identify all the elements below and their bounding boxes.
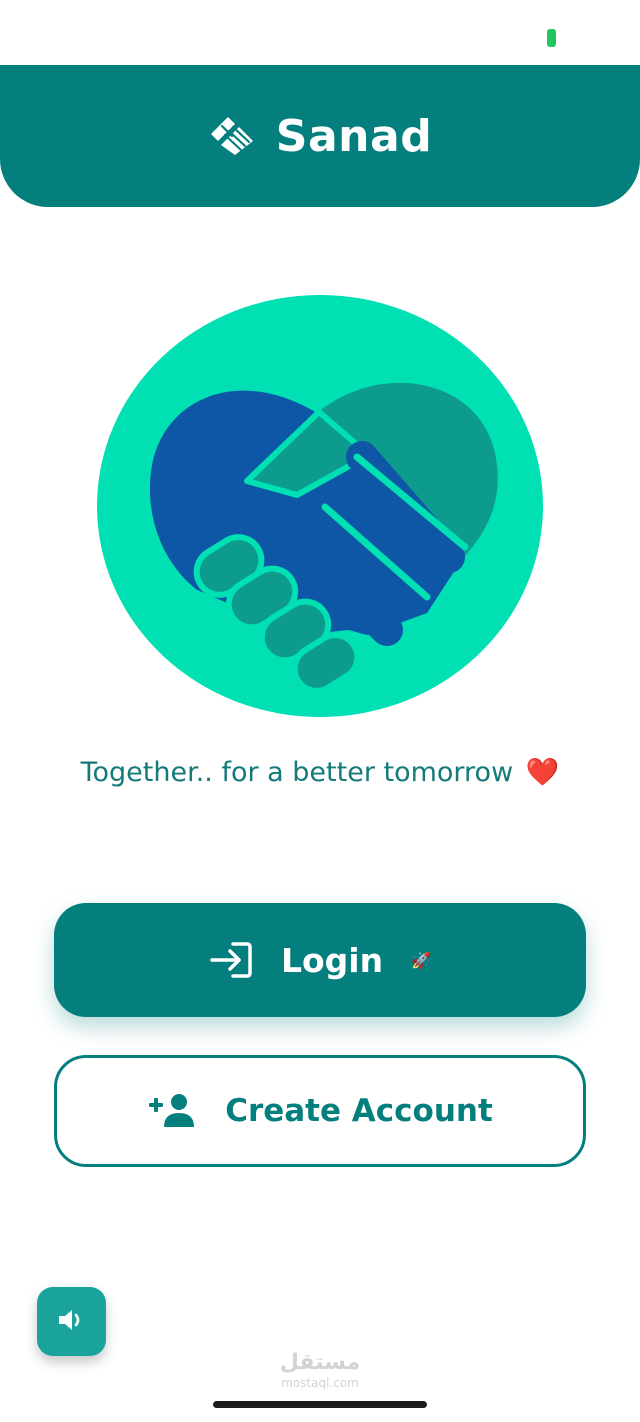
app-title: Sanad [275, 110, 433, 162]
volume-icon [57, 1307, 87, 1337]
tagline: Together.. for a better tomorrow ❤️ [0, 756, 640, 788]
home-indicator [213, 1401, 427, 1408]
header-brand: Sanad [208, 111, 432, 162]
watermark-sub: mostaql.com [281, 1376, 359, 1390]
login-button[interactable]: Login 🚀 [54, 903, 586, 1017]
app-header: Sanad [0, 65, 640, 207]
sign-in-icon [209, 940, 253, 980]
heart-emoji: ❤️ [525, 757, 560, 788]
handshake-icon [208, 114, 256, 158]
watermark-main: مستقل [279, 1350, 361, 1375]
rocket-emoji: 🚀 [411, 950, 432, 970]
hero-illustration [97, 295, 543, 717]
watermark: مستقل mostaql.com [262, 1350, 378, 1390]
create-account-button[interactable]: Create Account [54, 1055, 586, 1167]
status-bar [0, 0, 640, 65]
sound-button[interactable] [37, 1287, 106, 1356]
tagline-text: Together.. for a better tomorrow [80, 757, 514, 788]
create-account-label: Create Account [225, 1093, 493, 1129]
battery-indicator [547, 29, 556, 47]
login-label: Login [280, 940, 384, 980]
add-user-icon [147, 1093, 197, 1129]
